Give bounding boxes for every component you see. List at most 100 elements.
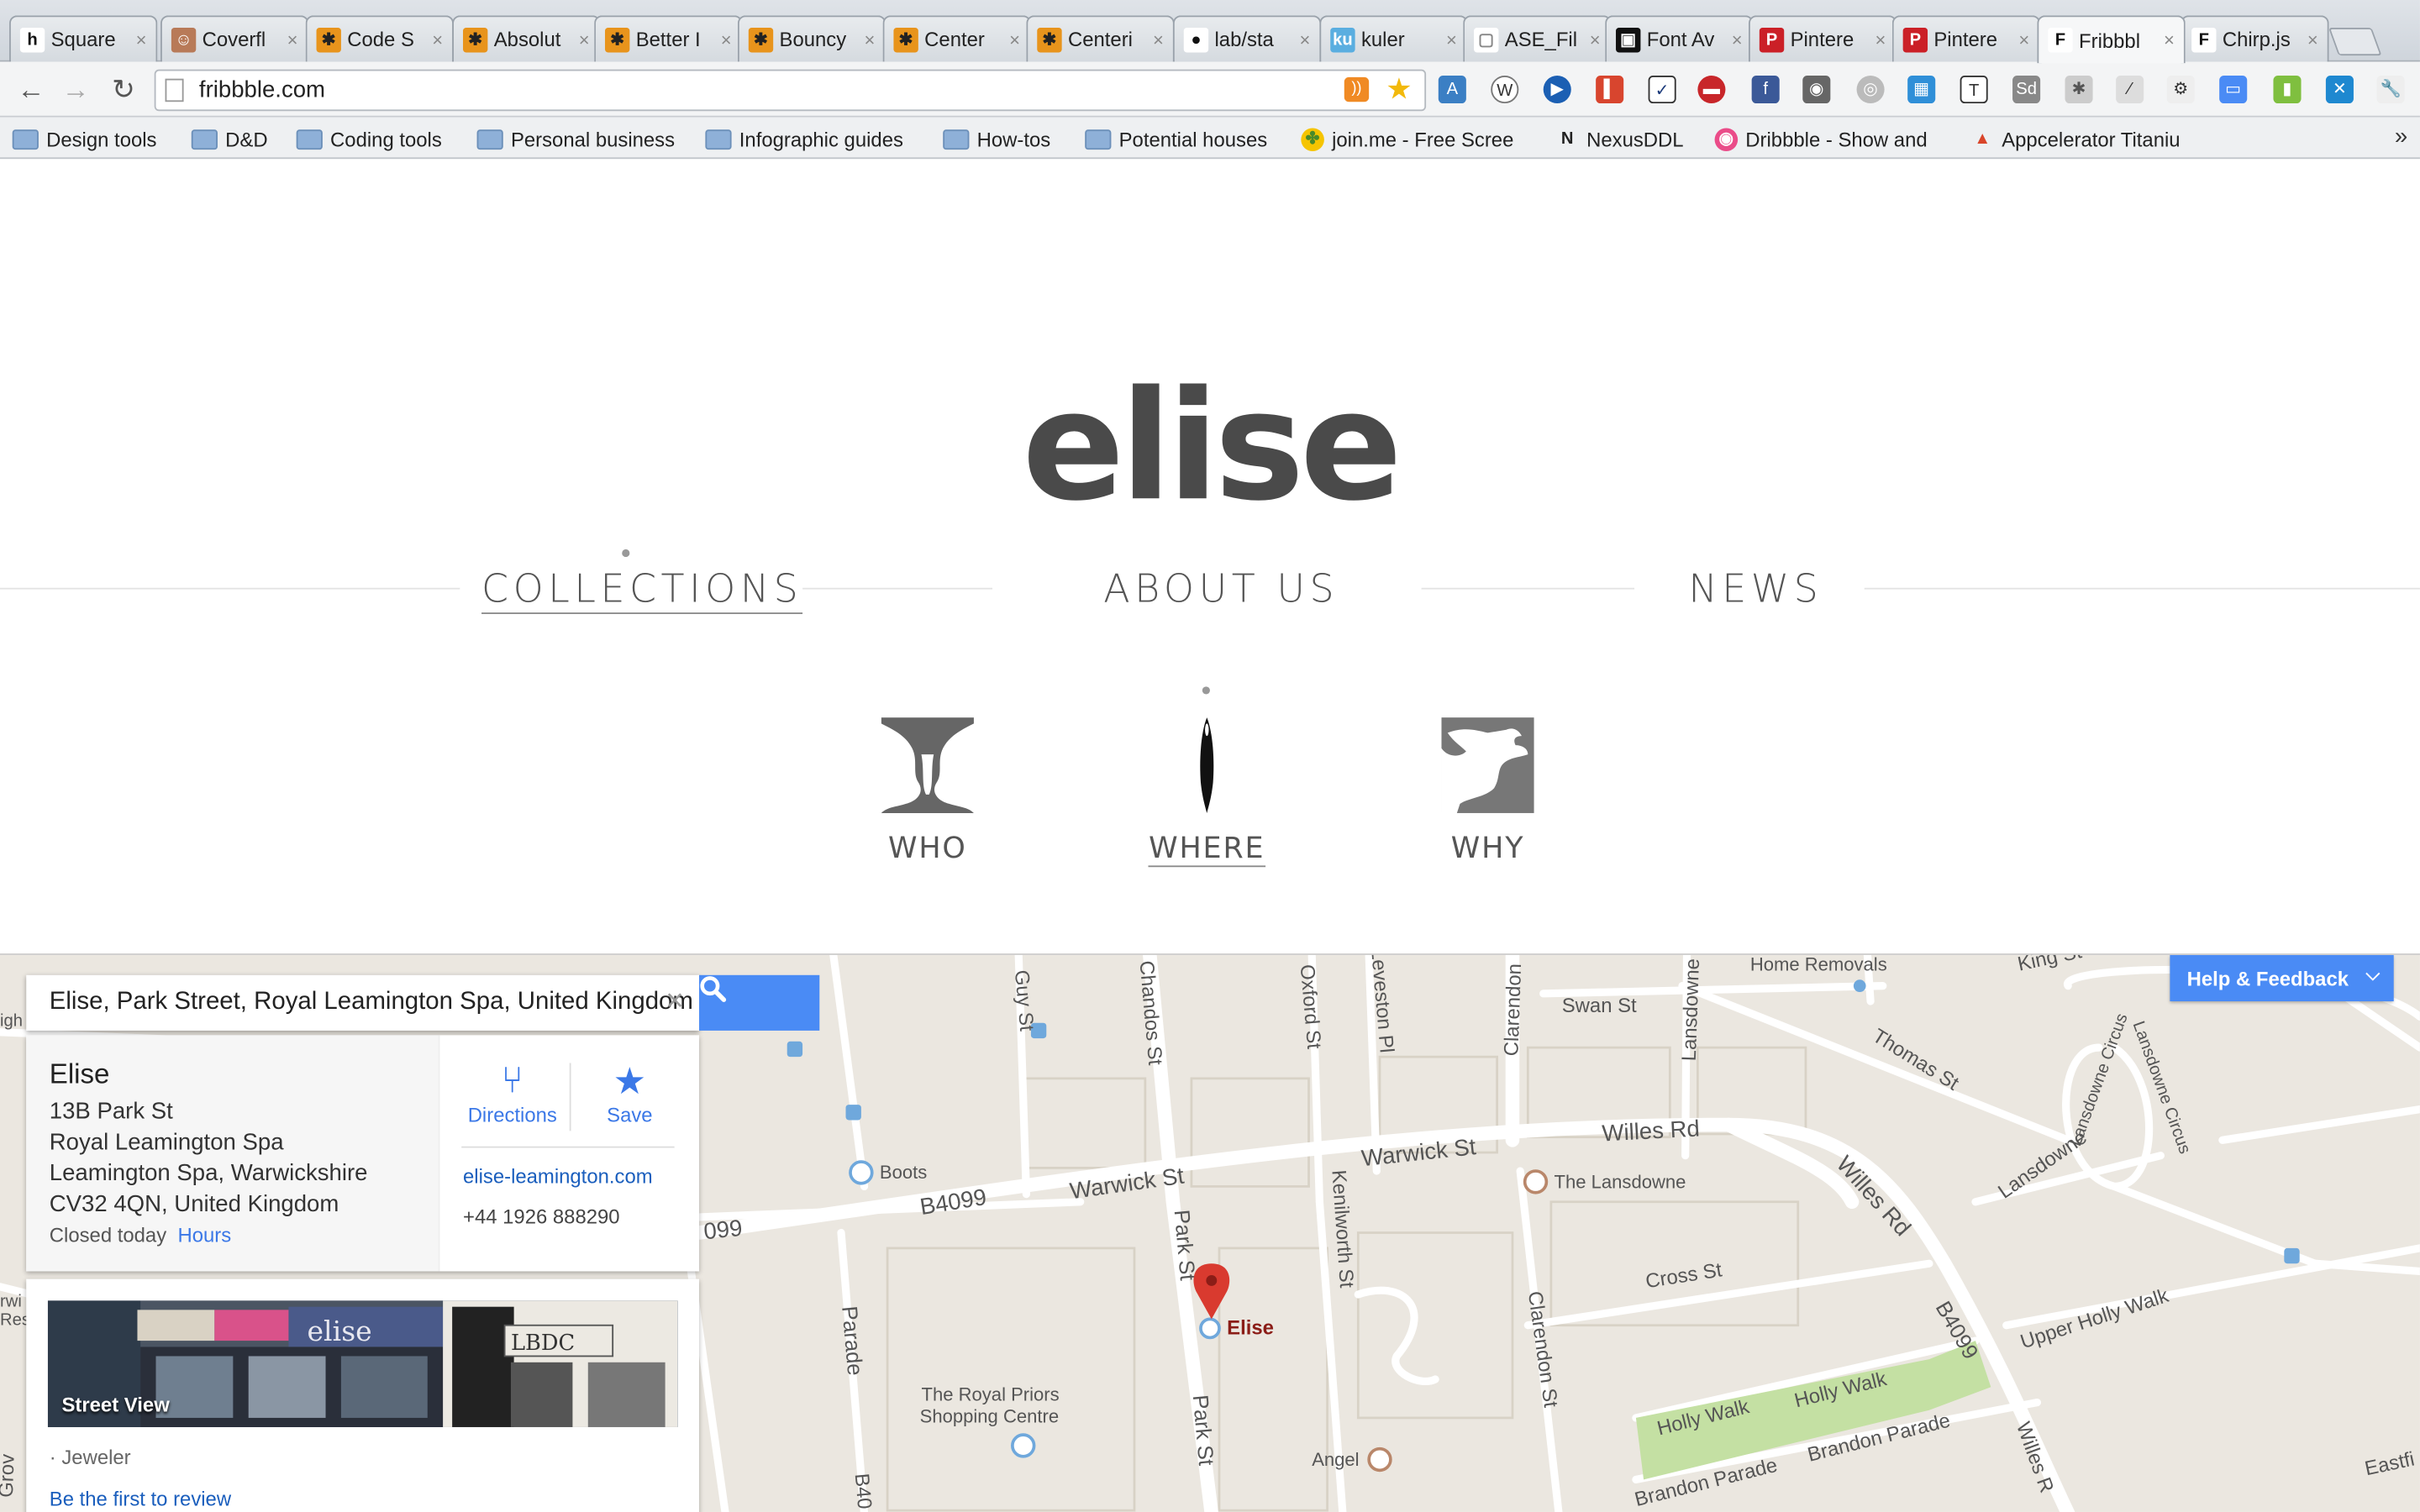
tab-close-icon[interactable]: × — [1732, 29, 1743, 50]
poi-label: The Lansdowne — [1554, 1171, 1686, 1193]
directions-button[interactable]: ⑂ Directions — [458, 1060, 566, 1126]
gear-extension-icon[interactable]: ⚙ — [2166, 75, 2195, 104]
wrench-icon[interactable]: 🔧 — [2376, 75, 2405, 104]
bookmark-star-icon[interactable]: ★ — [1386, 72, 1412, 108]
tab-close-icon[interactable]: × — [2018, 29, 2029, 50]
browser-tab[interactable]: ▣ Font Av × — [1605, 15, 1754, 62]
play-extension-icon[interactable]: ▶ — [1543, 75, 1571, 104]
pin-label[interactable]: Elise — [1227, 1316, 1274, 1340]
bookmark-folder[interactable]: Infographic guides — [705, 123, 903, 155]
website-link[interactable]: elise-leamington.com — [463, 1165, 653, 1189]
browser-tab[interactable]: ▢ ASE_Fil × — [1463, 15, 1612, 62]
tab-title: Chirp.js — [2222, 28, 2291, 51]
site-logo[interactable]: elise — [0, 360, 2420, 535]
tab-close-icon[interactable]: × — [136, 29, 147, 50]
rss-icon[interactable]: )) — [1344, 76, 1370, 102]
browser-tab[interactable]: ✱ Code S × — [305, 15, 454, 62]
calendar-extension-icon[interactable]: ▦ — [1907, 75, 1936, 104]
hours-link[interactable]: Hours — [177, 1224, 231, 1247]
new-tab-button[interactable] — [2328, 28, 2382, 56]
x-extension-icon[interactable]: ✕ — [2325, 75, 2354, 104]
google-map[interactable]: Guy St Chandos St Oxford St Leveston Pl … — [0, 953, 2420, 1512]
reload-button[interactable]: ↻ — [105, 72, 142, 106]
tab-close-icon[interactable]: × — [1009, 29, 1020, 50]
tab-close-icon[interactable]: × — [865, 29, 876, 50]
browser-tab[interactable]: P Pintere × — [1891, 15, 2041, 62]
tab-close-icon[interactable]: × — [1590, 29, 1601, 50]
green-extension-icon[interactable]: ▮ — [2273, 75, 2302, 104]
browser-tab[interactable]: ✱ Better I × — [594, 15, 743, 62]
browser-tab[interactable]: ☺ Coverfl × — [160, 15, 309, 62]
browser-tab[interactable]: ku kuler × — [1319, 15, 1468, 62]
bookmark-folder[interactable]: Potential houses — [1085, 123, 1267, 155]
subnav-who[interactable]: WHO — [835, 717, 1020, 865]
facebook-extension-icon[interactable]: f — [1751, 75, 1780, 104]
sd-extension-icon[interactable]: Sd — [2012, 75, 2041, 104]
map-search-input[interactable]: Elise, Park Street, Royal Leamington Spa… — [26, 974, 700, 1031]
tab-close-icon[interactable]: × — [1876, 29, 1886, 50]
bookmark-folder[interactable]: How-tos — [943, 123, 1050, 155]
bookmark-label: Dribbble - Show and — [1745, 127, 1928, 151]
tab-favicon-icon: ✱ — [1037, 27, 1062, 52]
tab-close-icon[interactable]: × — [1446, 29, 1457, 50]
bookmark-folder[interactable]: Design tools — [12, 123, 157, 155]
bookmark-link[interactable]: N NexusDDL — [1555, 123, 1684, 155]
browser-tab[interactable]: ✱ Absolut × — [452, 15, 601, 62]
forward-button[interactable]: → — [57, 72, 94, 106]
wordpress-extension-icon[interactable]: W — [1491, 75, 1519, 104]
star-icon: ★ — [613, 1061, 647, 1104]
tab-close-icon[interactable]: × — [2164, 29, 2175, 51]
svg-text:LBDC: LBDC — [511, 1331, 575, 1356]
address-bar[interactable]: fribbble.com )) ★ — [154, 69, 1427, 112]
tab-close-icon[interactable]: × — [2307, 29, 2318, 50]
clear-search-icon[interactable]: × — [666, 984, 683, 1020]
bookmark-folder[interactable]: Coding tools — [296, 123, 442, 155]
tab-close-icon[interactable]: × — [579, 29, 590, 50]
write-review-link[interactable]: Be the first to review — [50, 1488, 231, 1511]
evernote-extension-icon[interactable]: ◉ — [1802, 75, 1831, 104]
check-extension-icon[interactable]: ✓ — [1648, 75, 1676, 104]
sofa-extension-icon[interactable]: ▬ — [1697, 75, 1726, 104]
back-button[interactable]: ← — [13, 72, 50, 106]
tab-close-icon[interactable]: × — [1153, 29, 1164, 50]
subnav-why[interactable]: WHY — [1395, 717, 1580, 865]
browser-tab[interactable]: ✱ Bouncy × — [737, 15, 886, 62]
bookmark-label: Potential houses — [1118, 127, 1268, 151]
street-view-photo[interactable]: elise LBDC Street View — [47, 1300, 678, 1427]
tab-close-icon[interactable]: × — [432, 29, 443, 50]
bookmark-folder[interactable]: D&D — [191, 123, 268, 155]
svg-text:elise: elise — [308, 1315, 372, 1347]
bookmark-folder[interactable]: Personal business — [476, 123, 675, 155]
bug-extension-icon[interactable]: ✱ — [2065, 75, 2093, 104]
bookmark-link[interactable]: ✤ join.me - Free Scree — [1301, 123, 1513, 155]
browser-tab[interactable]: F Chirp.js × — [2181, 15, 2329, 62]
bookmark-link[interactable]: ▲ Appcelerator Titaniu — [1970, 123, 2180, 155]
map-search-button[interactable] — [699, 974, 820, 1031]
nav-news[interactable]: NEWS — [1688, 566, 1823, 611]
help-feedback-button[interactable]: Help & Feedback ⌵ — [2170, 954, 2394, 1002]
text-extension-icon[interactable]: T — [1960, 75, 1988, 104]
save-button[interactable]: ★ Save — [576, 1060, 684, 1126]
browser-tab[interactable]: F Fribbbl × — [2037, 15, 2186, 64]
browser-tab[interactable]: h Square × — [9, 15, 158, 62]
window-extension-icon[interactable]: ▭ — [2219, 75, 2248, 104]
browser-tab[interactable]: ✱ Centeri × — [1026, 15, 1175, 62]
translate-extension-icon[interactable]: A — [1438, 75, 1466, 104]
bookmarks-overflow-button[interactable]: » — [2395, 123, 2407, 150]
tab-close-icon[interactable]: × — [721, 29, 732, 50]
eyedropper-extension-icon[interactable]: ⁄ — [2116, 75, 2144, 104]
tab-close-icon[interactable]: × — [1299, 29, 1310, 50]
steering-extension-icon[interactable]: ◎ — [1856, 75, 1885, 104]
bookmark-link[interactable]: ◉ Dribbble - Show and — [1714, 123, 1928, 155]
tab-close-icon[interactable]: × — [287, 29, 298, 50]
browser-tab[interactable]: ● lab/sta × — [1172, 15, 1322, 62]
tab-title: Bouncy — [779, 28, 847, 51]
browser-tab[interactable]: ✱ Center × — [882, 15, 1031, 62]
phone-number[interactable]: +44 1926 888290 — [463, 1205, 620, 1228]
browser-tab[interactable]: P Pintere × — [1748, 15, 1897, 62]
nav-about-us[interactable]: ABOUT US — [1103, 566, 1339, 611]
subnav-where[interactable]: WHERE — [1114, 717, 1299, 868]
nav-collections[interactable]: COLLECTIONS — [481, 566, 803, 615]
bookmark-extension-icon[interactable]: ▌ — [1596, 75, 1624, 104]
subnav-why-label: WHY — [1450, 831, 1525, 866]
